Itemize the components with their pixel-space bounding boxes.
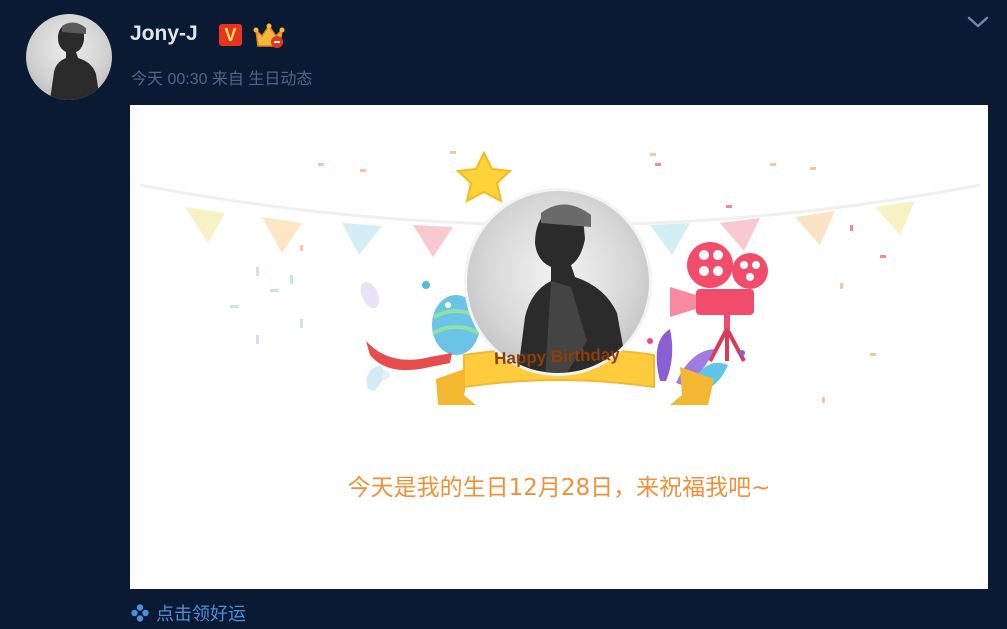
get-luck-label: 点击领好运 <box>156 604 246 625</box>
chevron-down-icon[interactable] <box>966 14 990 30</box>
birthday-card[interactable]: Happy Birthday 今天是我的生日12月28日，来祝福我吧~ <box>130 105 988 589</box>
avatar-silhouette <box>50 22 100 100</box>
clover-icon <box>131 604 149 622</box>
user-avatar[interactable] <box>26 14 112 100</box>
birthday-message: 今天是我的生日12月28日，来祝福我吧~ <box>347 475 771 501</box>
crown-badge-icon <box>253 23 285 48</box>
get-luck-link[interactable]: 点击领好运 <box>130 600 246 626</box>
v-badge-icon: V <box>219 24 242 46</box>
username[interactable]: Jony-J <box>130 22 198 46</box>
post-meta: 今天 00:30 来自 生日动态 <box>131 71 313 88</box>
